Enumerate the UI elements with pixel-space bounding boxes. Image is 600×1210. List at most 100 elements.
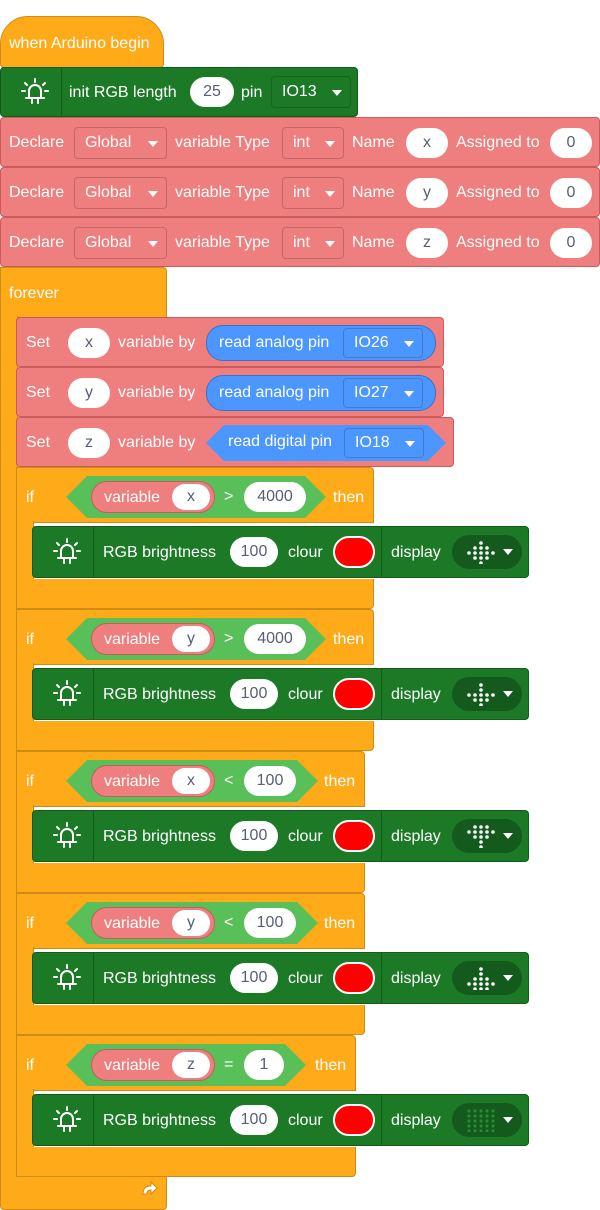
if-block[interactable]: if variable y > 4000 then — [16, 609, 374, 665]
operator-label: < — [224, 772, 234, 789]
type-dropdown[interactable]: int — [282, 127, 344, 159]
scope-dropdown[interactable]: Global — [74, 127, 167, 159]
brightness-input[interactable]: 100 — [230, 821, 278, 851]
variable-reporter[interactable]: variable z — [91, 1049, 215, 1081]
rgb-brightness-block[interactable]: RGB brightness 100 clour display — [32, 810, 529, 862]
condition-value-input[interactable]: 100 — [244, 766, 296, 796]
condition-block[interactable]: variable z = 1 — [66, 1044, 306, 1086]
block-separator — [381, 527, 382, 577]
condition-block[interactable]: variable x > 4000 — [66, 476, 326, 518]
reporter-pin-dropdown[interactable]: IO26 — [343, 328, 423, 358]
if-block[interactable]: if variable y < 100 then — [16, 893, 365, 949]
led-matrix-dropdown[interactable] — [452, 1103, 522, 1137]
display-label: display — [391, 828, 441, 845]
loop-arrow-icon — [142, 1180, 158, 1196]
condition-block[interactable]: variable x < 100 — [66, 760, 318, 802]
then-label: then — [324, 773, 356, 790]
operator-label: < — [224, 914, 234, 931]
if-footer — [16, 1005, 365, 1035]
then-label: then — [333, 631, 365, 648]
assigned-value-input[interactable]: 0 — [550, 228, 592, 258]
chevron-down-icon — [325, 141, 335, 147]
type-value: int — [293, 184, 310, 201]
colour-swatch[interactable] — [333, 536, 375, 568]
variable-reporter[interactable]: variable x — [91, 481, 215, 513]
rgb-brightness-block[interactable]: RGB brightness 100 clour display — [32, 668, 529, 720]
variable-type-label: variable Type — [175, 184, 270, 201]
chevron-down-icon — [503, 833, 513, 839]
chevron-down-icon — [325, 191, 335, 197]
condition-variable-input[interactable]: z — [172, 1052, 210, 1078]
reporter-pin-value: IO26 — [354, 334, 389, 351]
forever-block[interactable]: forever — [0, 267, 167, 318]
led-matrix-dropdown[interactable] — [452, 819, 522, 853]
condition-value-input[interactable]: 4000 — [244, 482, 306, 512]
condition-variable-input[interactable]: y — [172, 626, 210, 652]
reporter-pin-dropdown[interactable]: IO18 — [344, 428, 424, 458]
rgb-length-input[interactable]: 25 — [190, 77, 234, 107]
condition-variable-input[interactable]: y — [172, 910, 210, 936]
scope-dropdown[interactable]: Global — [74, 177, 167, 209]
name-label: Name — [352, 134, 395, 151]
if-block[interactable]: if variable z = 1 then — [16, 1035, 356, 1091]
assigned-value-input[interactable]: 0 — [550, 128, 592, 158]
set-variable-block[interactable]: Set y variable by read analog pin IO27 — [16, 367, 444, 417]
variable-name-input[interactable]: x — [406, 128, 448, 158]
variable-reporter[interactable]: variable y — [91, 623, 215, 655]
read-analog-pin-reporter[interactable]: read analog pin IO26 — [206, 325, 436, 361]
variable-reporter[interactable]: variable y — [91, 907, 215, 939]
colour-swatch[interactable] — [333, 1104, 375, 1136]
scope-dropdown[interactable]: Global — [74, 227, 167, 259]
condition-value-input[interactable]: 100 — [244, 908, 296, 938]
set-variable-block[interactable]: Set z variable by read digital pin IO18 — [16, 417, 454, 467]
colour-swatch[interactable] — [333, 678, 375, 710]
declare-variable-block[interactable]: Declare Global variable Type int Name z … — [0, 217, 600, 267]
led-matrix-dropdown[interactable] — [452, 677, 522, 711]
rgb-brightness-block[interactable]: RGB brightness 100 clour display — [32, 1094, 529, 1146]
set-variable-input[interactable]: y — [68, 378, 110, 408]
variable-name-input[interactable]: y — [406, 178, 448, 208]
init-rgb-block[interactable]: init RGB length 25 pin IO13 — [0, 67, 358, 117]
reporter-pin-dropdown[interactable]: IO27 — [343, 378, 423, 408]
if-block[interactable]: if variable x > 4000 then — [16, 467, 374, 523]
if-label: if — [26, 489, 34, 506]
type-dropdown[interactable]: int — [282, 177, 344, 209]
set-variable-input[interactable]: z — [68, 428, 110, 458]
variable-name-input[interactable]: z — [406, 228, 448, 258]
colour-swatch[interactable] — [333, 962, 375, 994]
condition-value-input[interactable]: 1 — [244, 1050, 284, 1080]
read-analog-pin-reporter[interactable]: read analog pin IO27 — [206, 375, 436, 411]
read-digital-pin-reporter[interactable]: read digital pin IO18 — [206, 425, 446, 461]
condition-variable-input[interactable]: x — [172, 484, 210, 510]
colour-swatch[interactable] — [333, 820, 375, 852]
declare-variable-block[interactable]: Declare Global variable Type int Name x … — [0, 117, 600, 167]
forever-footer — [0, 1174, 167, 1210]
rgb-brightness-block[interactable]: RGB brightness 100 clour display — [32, 526, 529, 578]
when-arduino-begin-block[interactable]: when Arduino begin — [0, 16, 164, 68]
condition-block[interactable]: variable y < 100 — [66, 902, 318, 944]
led-matrix-dropdown[interactable] — [452, 535, 522, 569]
led-matrix-dropdown[interactable] — [452, 961, 522, 995]
type-dropdown[interactable]: int — [282, 227, 344, 259]
led-matrix-icon — [467, 1109, 495, 1132]
variable-reporter[interactable]: variable x — [91, 765, 215, 797]
if-block[interactable]: if variable x < 100 then — [16, 751, 365, 807]
assigned-to-label: Assigned to — [456, 134, 540, 151]
condition-value-input[interactable]: 4000 — [244, 624, 306, 654]
brightness-input[interactable]: 100 — [230, 1105, 278, 1135]
set-variable-block[interactable]: Set x variable by read analog pin IO26 — [16, 317, 444, 367]
brightness-input[interactable]: 100 — [230, 963, 278, 993]
rgb-brightness-block[interactable]: RGB brightness 100 clour display — [32, 952, 529, 1004]
block-separator — [61, 68, 62, 116]
brightness-input[interactable]: 100 — [230, 537, 278, 567]
init-pin-dropdown[interactable]: IO13 — [271, 76, 351, 108]
set-label: Set — [26, 384, 51, 401]
set-variable-input[interactable]: x — [68, 328, 110, 358]
declare-variable-block[interactable]: Declare Global variable Type int Name y … — [0, 167, 600, 217]
assigned-value-input[interactable]: 0 — [550, 178, 592, 208]
condition-block[interactable]: variable y > 4000 — [66, 618, 326, 660]
chevron-down-icon — [148, 141, 158, 147]
condition-variable-input[interactable]: x — [172, 768, 210, 794]
rgb-brightness-label: RGB brightness — [103, 970, 216, 987]
brightness-input[interactable]: 100 — [230, 679, 278, 709]
